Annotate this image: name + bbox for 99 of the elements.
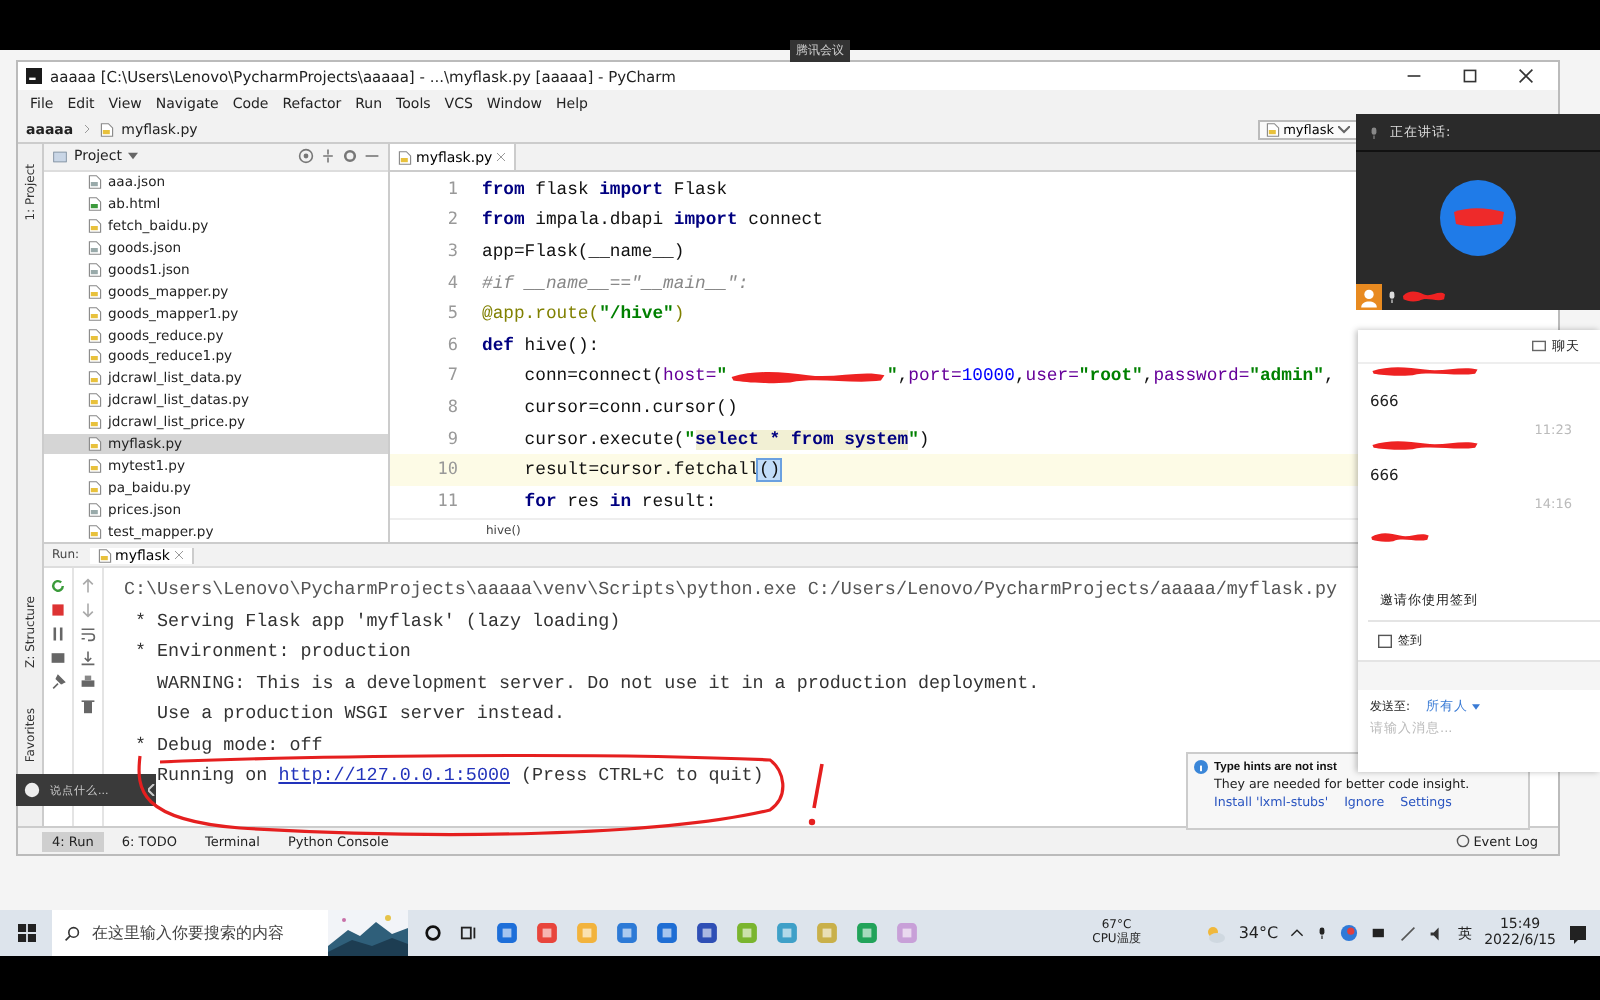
exclamation-mark-drawing <box>808 763 824 826</box>
taskbar-search-field[interactable]: 在这里输入你要搜索的内容 <box>52 910 328 956</box>
file-icon <box>1265 121 1280 137</box>
app-icon[interactable] <box>496 922 518 944</box>
file-icon <box>88 348 102 365</box>
app-icon[interactable] <box>616 922 638 944</box>
microphone-icon <box>1368 123 1380 141</box>
info-icon <box>1194 760 1208 774</box>
redaction-scribble <box>1370 364 1480 378</box>
caret-icon <box>1472 704 1481 710</box>
chevron-icon <box>81 122 92 136</box>
trash-icon[interactable] <box>80 698 96 714</box>
caret-icon <box>1338 125 1350 133</box>
task-view-icon[interactable] <box>460 924 478 942</box>
code-line: from flask import Flask <box>482 179 728 200</box>
code-line: @app.route("/hive") <box>482 304 685 325</box>
file-icon <box>97 547 112 563</box>
code-line: #if __name__=="__main__": <box>482 273 749 294</box>
pause-icon[interactable] <box>50 626 66 642</box>
line-number: 8 <box>445 397 460 418</box>
file-icon <box>88 305 102 322</box>
microphone-icon[interactable] <box>1316 924 1329 942</box>
print-icon[interactable] <box>80 674 96 690</box>
file-icon <box>88 436 102 452</box>
console-line: * Serving Flask app 'myflask' (lazy loading) <box>133 607 621 636</box>
file-icon <box>88 327 102 344</box>
line-number: 11 <box>435 491 460 512</box>
code-line: for res in result: <box>522 491 717 512</box>
code-line: conn=connect(host=" ",port=10000,user="root",password="admin", <box>522 366 1335 387</box>
weather-temperature: 34°C <box>1238 924 1279 942</box>
line-number: 10 <box>435 460 460 481</box>
redaction-scribble <box>1402 288 1446 304</box>
layout-icon[interactable] <box>50 650 66 666</box>
cortana-icon[interactable] <box>424 924 442 942</box>
file-icon <box>88 218 102 235</box>
code-line: def hive(): <box>482 335 600 356</box>
console-line: * Debug mode: off <box>133 731 323 760</box>
search-icon <box>64 925 80 941</box>
file-icon <box>88 196 102 213</box>
code-line: cursor.execute("select * from system") <box>522 429 930 450</box>
chevron-up-icon[interactable] <box>1290 926 1305 940</box>
avatar-icon <box>24 782 40 798</box>
line-number: 3 <box>445 241 460 262</box>
file-icon <box>88 370 102 387</box>
code-line: app=Flask(__name__) <box>482 241 685 262</box>
app-icon <box>26 68 42 84</box>
app-icon[interactable] <box>856 922 878 944</box>
code-line: result=cursor.fetchall() <box>522 460 781 481</box>
close-icon[interactable] <box>1518 68 1534 84</box>
rerun-icon[interactable] <box>50 578 66 594</box>
settings-icon[interactable] <box>342 148 358 165</box>
url-link[interactable]: http://127.0.0.1:5000 <box>278 764 510 787</box>
console-line: WARNING: This is a development server. Do not use it in a production deployment. <box>155 669 1040 698</box>
line-number: 9 <box>445 429 460 450</box>
stop-icon[interactable] <box>50 602 66 618</box>
windows-logo-icon <box>17 924 35 942</box>
console-line: Use a production WSGI server instead. <box>155 700 566 729</box>
line-number: 7 <box>445 366 460 387</box>
line-number: 1 <box>445 179 460 200</box>
folder-icon <box>52 149 68 164</box>
file-icon <box>88 283 102 300</box>
file-icon <box>88 239 102 256</box>
file-icon <box>88 414 102 431</box>
console-line: C:\Users\Lenovo\PycharmProjects\aaaaa\venv\Scripts\python.exe C:/Users/Lenovo/PycharmProjects/aaaaa/myflask.py <box>124 576 1337 605</box>
file-icon <box>88 261 102 278</box>
file-icon <box>88 174 102 191</box>
app-icon[interactable] <box>656 922 678 944</box>
weather-icon <box>1204 923 1227 943</box>
user-icon <box>1356 283 1382 309</box>
line-number: 5 <box>445 304 460 325</box>
redaction-scribble <box>1370 438 1480 452</box>
file-icon <box>88 392 102 409</box>
file-icon <box>88 501 102 518</box>
code-line: cursor=conn.cursor() <box>522 397 738 418</box>
microphone-icon <box>1386 287 1398 305</box>
redaction-scribble <box>1370 530 1430 545</box>
file-icon <box>88 479 102 496</box>
avatar <box>1438 177 1518 257</box>
calendar-icon <box>1378 634 1392 648</box>
scroll-end-icon[interactable] <box>80 650 96 666</box>
chat-icon <box>1532 339 1546 353</box>
app-icon[interactable] <box>696 922 718 944</box>
pin-icon[interactable] <box>50 674 66 690</box>
console-line: * Environment: production <box>133 638 411 667</box>
maximize-icon[interactable] <box>1462 68 1478 84</box>
file-icon <box>99 121 114 137</box>
line-number: 2 <box>445 210 460 231</box>
caret-icon <box>127 152 138 161</box>
target-icon[interactable] <box>298 148 314 165</box>
chevron-left-icon[interactable] <box>148 784 156 796</box>
line-number: 6 <box>445 335 460 356</box>
circle-icon <box>1455 834 1470 848</box>
file-icon <box>88 457 102 474</box>
app-icon[interactable] <box>536 922 558 944</box>
code-line: from impala.dbapi import connect <box>482 210 823 231</box>
file-icon <box>398 149 412 165</box>
wrap-icon[interactable] <box>80 626 96 642</box>
notification-icon[interactable] <box>1568 923 1588 943</box>
line-number: 4 <box>445 273 460 294</box>
